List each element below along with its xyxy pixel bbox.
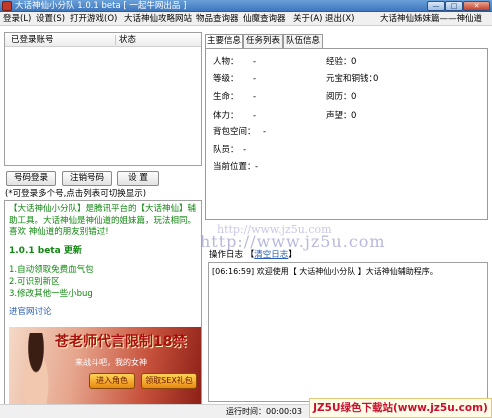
log-box[interactable]: [06:16:59] 欢迎使用【 大话神仙小分队 】大话神仙辅助程序。 bbox=[208, 262, 488, 402]
window-title: 大话神仙小分队 1.0.1 beta [ 一起牛网出品 ] bbox=[15, 1, 187, 11]
level-label: 等级： bbox=[213, 74, 239, 84]
update-item: 2.可识别新区 bbox=[9, 277, 60, 287]
account-list-header: 已登录账号 状态 bbox=[5, 33, 201, 47]
runtime-value: 00:00:03 bbox=[266, 407, 302, 416]
menu-sister-game-link[interactable]: 大话神仙姊妹篇——神仙道 bbox=[380, 12, 482, 26]
column-status[interactable]: 状态 bbox=[119, 33, 136, 47]
gold-value: 0 bbox=[373, 74, 379, 84]
menu-settings[interactable]: 设置(S) bbox=[36, 12, 65, 26]
stamina-value: - bbox=[253, 111, 257, 121]
menu-exit[interactable]: 退出(X) bbox=[325, 12, 354, 26]
ad-subline: 来战斗吧，我的女神 bbox=[75, 358, 147, 367]
person-value: - bbox=[253, 57, 257, 67]
life-label: 生命： bbox=[213, 92, 239, 102]
life-value: - bbox=[253, 92, 257, 102]
column-account[interactable]: 已登录账号 bbox=[11, 33, 54, 47]
tab-main-info[interactable]: 主要信息 bbox=[205, 34, 243, 49]
location-label: 当前位置： bbox=[213, 162, 256, 172]
announcement-panel: 【大话神仙小分队】是腾讯平台的【大话神仙】辅助工具。大话神仙是神仙道的姐妹篇，玩… bbox=[4, 200, 202, 410]
tab-team-info[interactable]: 队伍信息 bbox=[283, 34, 323, 48]
version-heading: 1.0.1 beta 更新 bbox=[9, 246, 82, 256]
account-list[interactable]: 已登录账号 状态 bbox=[4, 32, 202, 166]
ad-gift-button[interactable]: 领取SEX礼包 bbox=[141, 373, 197, 389]
fame-value: 0 bbox=[351, 111, 357, 121]
logout-button[interactable]: 注销号码 bbox=[62, 171, 112, 186]
gold-label: 元宝和铜钱： bbox=[326, 74, 378, 84]
ad-enter-button[interactable]: 进入角色 bbox=[89, 373, 135, 389]
title-bar: 大话神仙小分队 1.0.1 beta [ 一起牛网出品 ] — □ ✕ bbox=[0, 0, 492, 12]
team-value: - bbox=[243, 145, 247, 155]
maximize-button[interactable]: □ bbox=[445, 1, 463, 11]
column-divider[interactable] bbox=[115, 35, 116, 45]
fame-label: 声望： bbox=[326, 111, 352, 121]
close-button[interactable]: ✕ bbox=[463, 1, 490, 11]
menu-bar: 登录(L) 设置(S) 打开游戏(O) 大话神仙攻略网站 物品查询器 仙魔查询器… bbox=[0, 12, 492, 26]
menu-about[interactable]: 关于(A) bbox=[293, 12, 322, 26]
history-label: 阅历： bbox=[326, 92, 352, 102]
official-site-link[interactable]: 进官网讨论 bbox=[9, 305, 52, 317]
runtime-readout: 运行时间：00:00:03 bbox=[226, 405, 302, 418]
login-button[interactable]: 号码登录 bbox=[6, 171, 56, 186]
ad-character-image bbox=[17, 333, 55, 407]
intro-text: 【大话神仙小分队】是腾讯平台的【大话神仙】辅助工具。大话神仙是神仙道的姐妹篇，玩… bbox=[9, 204, 197, 237]
ad-banner[interactable]: 苍老师代言限制18禁 来战斗吧，我的女神 进入角色 领取SEX礼包 bbox=[9, 327, 201, 407]
exp-label: 经验： bbox=[326, 57, 352, 67]
menu-login[interactable]: 登录(L) bbox=[3, 12, 31, 26]
clear-log-link[interactable]: 清空日志 bbox=[254, 250, 288, 260]
log-line: [06:16:59] 欢迎使用【 大话神仙小分队 】大话神仙辅助程序。 bbox=[212, 267, 438, 276]
tab-task-list[interactable]: 任务列表 bbox=[243, 34, 283, 48]
menu-item-lookup[interactable]: 物品查询器 bbox=[196, 12, 239, 26]
bag-value: - bbox=[263, 127, 267, 137]
app-icon bbox=[2, 1, 12, 11]
location-value: - bbox=[255, 162, 259, 172]
runtime-label: 运行时间： bbox=[226, 407, 266, 416]
menu-guide-site[interactable]: 大话神仙攻略网站 bbox=[124, 12, 192, 26]
settings-button[interactable]: 设 置 bbox=[117, 171, 159, 186]
menu-monster-lookup[interactable]: 仙魔查询器 bbox=[243, 12, 286, 26]
update-item: 3.修改其他一些小bug bbox=[9, 289, 93, 299]
account-hint: (*可登录多个号,点击列表可切换显示) bbox=[5, 189, 147, 199]
menu-open-game[interactable]: 打开游戏(O) bbox=[70, 12, 117, 26]
level-value: - bbox=[253, 74, 257, 84]
history-value: 0 bbox=[351, 92, 357, 102]
team-label: 队员： bbox=[213, 145, 239, 155]
main-info-panel: 人物： - 等级： - 生命： - 体力： - 背包空间： - 队员： - 当前… bbox=[205, 48, 488, 220]
bag-label: 背包空间： bbox=[213, 127, 256, 137]
stamina-label: 体力： bbox=[213, 111, 239, 121]
update-item: 1.自动领取免费血气包 bbox=[9, 265, 94, 275]
watermark-url-large: http://www.jz5u.com bbox=[200, 232, 386, 251]
log-label: 操作日志 bbox=[209, 250, 244, 260]
site-watermark: JZ5U绿色下载站(www.jz5u.com) bbox=[309, 398, 492, 418]
person-label: 人物： bbox=[213, 57, 239, 67]
log-header: 操作日志 【清空日志】 bbox=[209, 250, 297, 260]
exp-value: 0 bbox=[351, 57, 357, 67]
ad-headline: 苍老师代言限制18禁 bbox=[55, 334, 187, 350]
minimize-button[interactable]: — bbox=[427, 1, 445, 11]
